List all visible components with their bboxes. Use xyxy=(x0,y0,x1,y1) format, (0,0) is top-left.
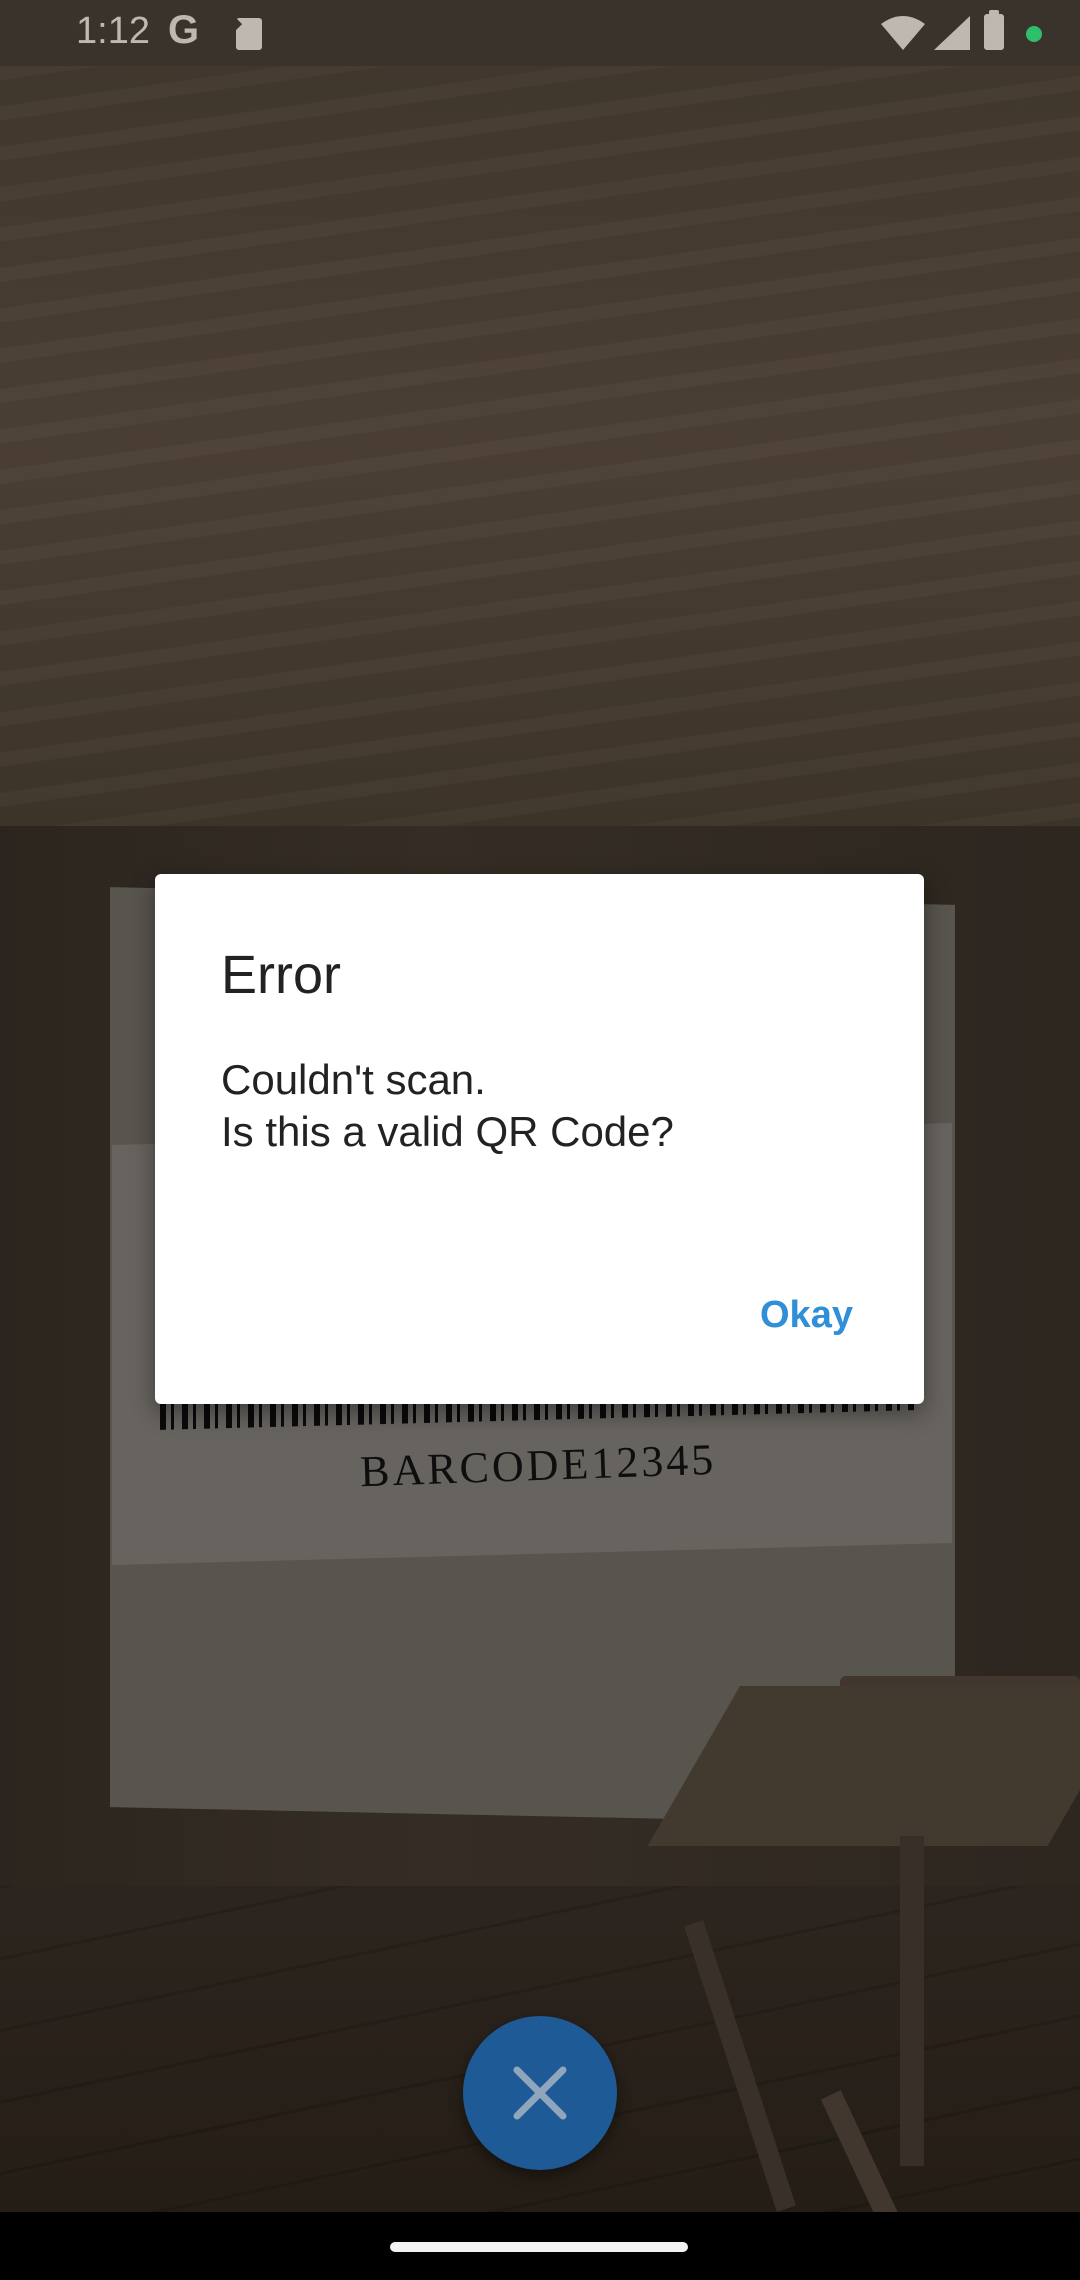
dialog-title: Error xyxy=(221,945,341,1005)
battery-icon xyxy=(984,10,1004,50)
close-scan-button[interactable] xyxy=(463,2016,617,2170)
privacy-dot-icon xyxy=(1026,26,1042,42)
google-icon: G xyxy=(168,8,200,52)
navigation-bar xyxy=(0,2212,1080,2280)
dialog-message: Couldn't scan. Is this a valid QR Code? xyxy=(221,1056,674,1155)
error-dialog: Error Couldn't scan. Is this a valid QR … xyxy=(155,874,924,1404)
signal-icon xyxy=(934,16,970,50)
close-icon xyxy=(513,2066,567,2120)
status-time: 1:12 xyxy=(76,10,150,52)
status-bar: 1:12 G xyxy=(0,0,1080,66)
home-gesture-handle[interactable] xyxy=(390,2242,688,2252)
sd-card-icon xyxy=(236,18,262,50)
wifi-icon xyxy=(881,16,925,50)
okay-button[interactable]: Okay xyxy=(748,1284,865,1347)
